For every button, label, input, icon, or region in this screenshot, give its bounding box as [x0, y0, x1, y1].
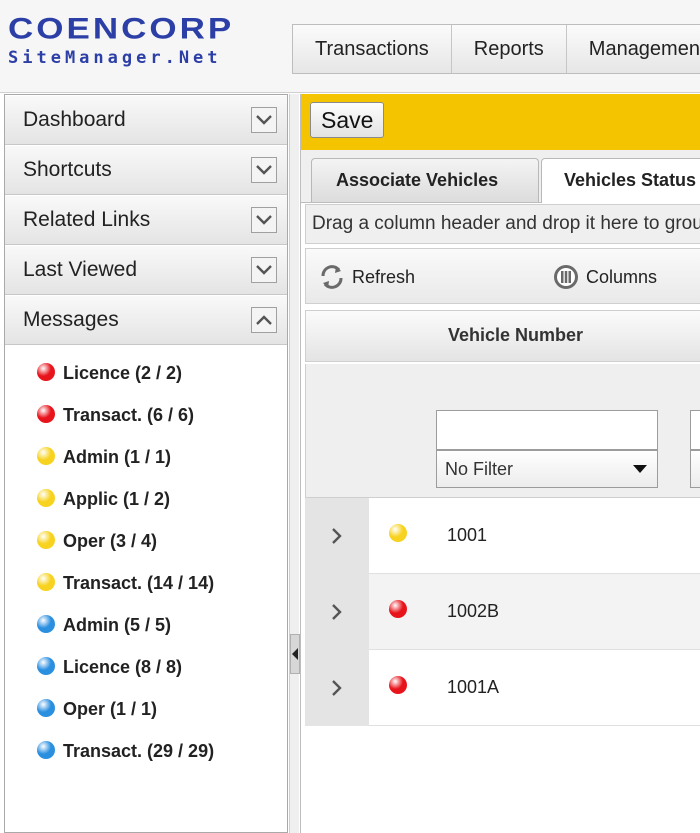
vehicle-number-filter-select[interactable]: No Filter: [436, 450, 658, 488]
grid-header-row: Vehicle Number: [305, 310, 700, 362]
status-dot-yellow-icon: [37, 531, 55, 549]
message-item[interactable]: Licence (2 / 2): [5, 353, 287, 395]
message-label: Oper (1 / 1): [63, 699, 158, 719]
message-item[interactable]: Oper (1 / 1): [5, 689, 287, 731]
column-header-vehicle-number[interactable]: Vehicle Number: [448, 325, 583, 346]
message-item[interactable]: Transact. (14 / 14): [5, 563, 287, 605]
message-item[interactable]: Admin (5 / 5): [5, 605, 287, 647]
chevron-down-icon[interactable]: [251, 107, 277, 133]
status-dot-icon: [389, 600, 407, 618]
accordion-label: Messages: [23, 308, 119, 331]
next-column-filter-select[interactable]: [690, 450, 700, 488]
columns-button[interactable]: Columns: [552, 263, 657, 291]
chevron-down-icon[interactable]: [251, 157, 277, 183]
message-label: Admin (1 / 1): [63, 447, 172, 467]
grid-toolbar: Refresh Columns: [305, 248, 700, 304]
status-dot-yellow-icon: [37, 489, 55, 507]
panel-splitter[interactable]: [289, 94, 300, 833]
columns-label: Columns: [586, 266, 658, 287]
status-dot-blue-icon: [37, 741, 55, 759]
message-label: Licence (8 / 8): [63, 657, 183, 677]
refresh-icon: [321, 265, 343, 289]
nav-transactions[interactable]: Transactions: [293, 25, 452, 73]
status-dot-icon: [389, 524, 407, 542]
table-row[interactable]: 1001A: [305, 650, 700, 726]
accordion-related-links[interactable]: Related Links: [5, 195, 287, 245]
tab-associate-vehicles[interactable]: Associate Vehicles: [311, 158, 539, 202]
accordion-label: Related Links: [23, 208, 151, 231]
message-item[interactable]: Transact. (29 / 29): [5, 731, 287, 773]
arrow-left-icon: [292, 648, 298, 660]
row-expander[interactable]: [305, 650, 369, 726]
message-label: Admin (5 / 5): [63, 615, 172, 635]
message-item[interactable]: Oper (3 / 4): [5, 521, 287, 563]
vehicle-number-cell: 1001A: [447, 677, 500, 697]
status-dot-icon: [389, 676, 407, 694]
caret-down-icon: [633, 465, 647, 473]
message-label: Applic (1 / 2): [63, 489, 171, 509]
logo-sub-text: SiteManager.Net: [8, 48, 222, 68]
accordion-shortcuts[interactable]: Shortcuts: [5, 145, 287, 195]
nav-reports[interactable]: Reports: [452, 25, 567, 73]
chevron-right-icon: [332, 680, 342, 696]
message-item[interactable]: Transact. (6 / 6): [5, 395, 287, 437]
refresh-button[interactable]: Refresh: [318, 263, 415, 291]
vehicle-number-cell: 1002B: [447, 601, 500, 621]
left-accordion-panel: Dashboard Shortcuts Related Links Last V…: [4, 94, 288, 833]
vehicle-number-filter-input[interactable]: [436, 410, 658, 450]
message-label: Transact. (14 / 14): [63, 573, 215, 593]
status-dot-red-icon: [37, 405, 55, 423]
status-dot-blue-icon: [37, 699, 55, 717]
status-dot-red-icon: [37, 363, 55, 381]
grid-body: 1001 1002B 1001A: [305, 498, 700, 726]
status-dot-blue-icon: [37, 615, 55, 633]
table-row[interactable]: 1001: [305, 498, 700, 574]
chevron-right-icon: [332, 528, 342, 544]
accordion-label: Last Viewed: [23, 258, 138, 281]
refresh-label: Refresh: [352, 266, 416, 287]
action-toolbar: Save: [301, 94, 700, 150]
row-expander[interactable]: [305, 574, 369, 650]
message-item[interactable]: Admin (1 / 1): [5, 437, 287, 479]
row-expander[interactable]: [305, 498, 369, 574]
accordion-label: Dashboard: [23, 108, 126, 131]
top-navigation: Transactions Reports Management: [292, 24, 700, 74]
vehicle-number-cell: 1001: [447, 525, 488, 545]
messages-list: Licence (2 / 2) Transact. (6 / 6) Admin …: [5, 345, 287, 773]
message-label: Licence (2 / 2): [63, 363, 183, 383]
accordion-messages[interactable]: Messages: [5, 295, 287, 345]
message-label: Transact. (29 / 29): [63, 741, 215, 761]
message-item[interactable]: Applic (1 / 2): [5, 479, 287, 521]
coencorp-logo[interactable]: COENCORP SiteManager.Net: [8, 14, 278, 74]
status-dot-yellow-icon: [37, 447, 55, 465]
grid-filter-row: No Filter: [305, 364, 700, 498]
status-dot-blue-icon: [37, 657, 55, 675]
accordion-last-viewed[interactable]: Last Viewed: [5, 245, 287, 295]
status-dot-yellow-icon: [37, 573, 55, 591]
accordion-dashboard[interactable]: Dashboard: [5, 95, 287, 145]
save-button[interactable]: Save: [310, 102, 385, 138]
main-content-panel: Save Associate Vehicles Vehicles Status …: [300, 94, 700, 833]
message-label: Transact. (6 / 6): [63, 405, 195, 425]
logo-main-text: COENCORP: [8, 12, 235, 46]
message-item[interactable]: Licence (8 / 8): [5, 647, 287, 689]
accordion-label: Shortcuts: [23, 158, 112, 181]
columns-icon: [554, 265, 578, 289]
next-column-filter-input[interactable]: [690, 410, 700, 450]
tab-strip: Associate Vehicles Vehicles Status: [301, 150, 700, 203]
app-header: COENCORP SiteManager.Net Transactions Re…: [0, 0, 700, 93]
chevron-up-icon[interactable]: [251, 307, 277, 333]
group-by-drop-area[interactable]: Drag a column header and drop it here to…: [305, 204, 700, 244]
tab-vehicles-status[interactable]: Vehicles Status: [541, 158, 700, 203]
chevron-right-icon: [332, 604, 342, 620]
message-label: Oper (3 / 4): [63, 531, 158, 551]
nav-management[interactable]: Management: [567, 25, 700, 73]
chevron-down-icon[interactable]: [251, 257, 277, 283]
collapse-panel-handle[interactable]: [290, 634, 300, 674]
filter-select-value: No Filter: [445, 459, 514, 479]
chevron-down-icon[interactable]: [251, 207, 277, 233]
table-row[interactable]: 1002B: [305, 574, 700, 650]
